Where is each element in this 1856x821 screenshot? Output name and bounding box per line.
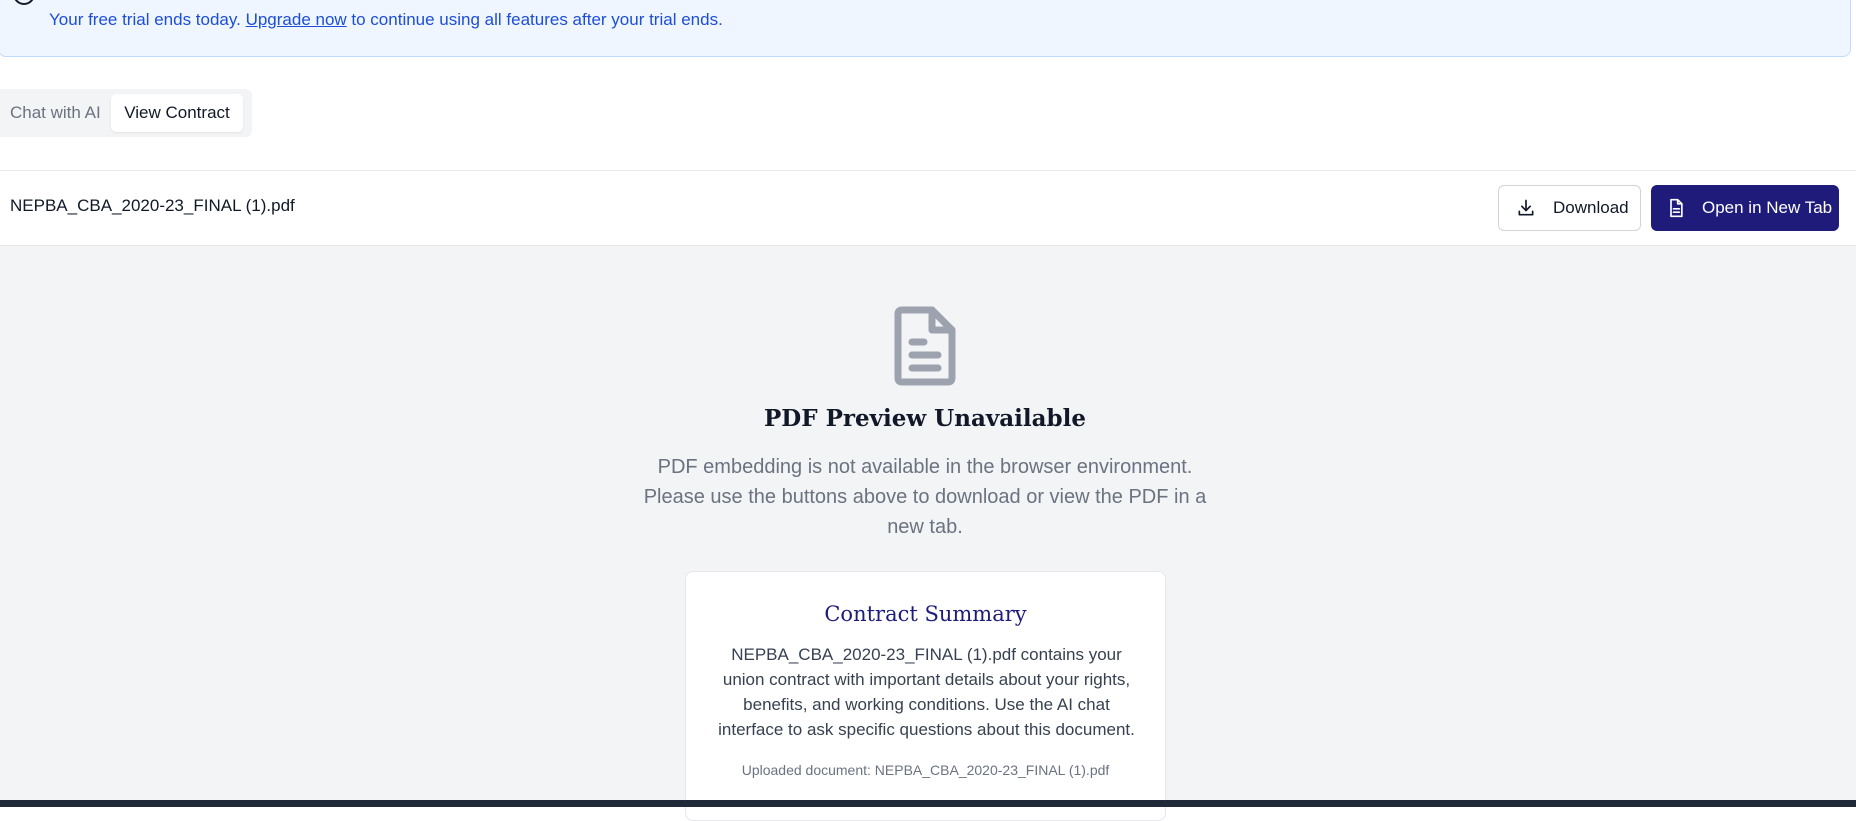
info-icon xyxy=(13,0,35,5)
pdf-viewer-header: NEPBA_CBA_2020-23_FINAL (1).pdf Download… xyxy=(0,170,1856,246)
open-in-new-tab-label: Open in New Tab xyxy=(1702,198,1833,217)
download-button[interactable]: Download xyxy=(1498,185,1641,231)
upgrade-link[interactable]: Upgrade now xyxy=(246,10,347,29)
summary-title: Contract Summary xyxy=(824,602,1027,626)
trial-banner: Your free trial ends today. Upgrade now … xyxy=(0,0,1851,57)
trial-text-before: Your free trial ends today. xyxy=(49,10,246,29)
preview-title: PDF Preview Unavailable xyxy=(764,405,1086,432)
contract-summary-card: Contract Summary NEPBA_CBA_2020-23_FINAL… xyxy=(685,571,1166,821)
download-icon xyxy=(1516,198,1536,218)
view-tabs: Chat with AI View Contract xyxy=(0,89,252,137)
taskbar-edge xyxy=(0,800,1856,807)
preview-description: PDF embedding is not available in the br… xyxy=(643,456,1207,538)
trial-message: Your free trial ends today. Upgrade now … xyxy=(49,10,723,30)
uploaded-document-note: Uploaded document: NEPBA_CBA_2020-23_FIN… xyxy=(741,762,1110,778)
summary-body: NEPBA_CBA_2020-23_FINAL (1).pdf contains… xyxy=(718,645,1135,739)
download-label: Download xyxy=(1553,198,1629,217)
file-text-icon xyxy=(1666,198,1686,218)
tab-chat-with-ai[interactable]: Chat with AI xyxy=(10,94,106,132)
file-name: NEPBA_CBA_2020-23_FINAL (1).pdf xyxy=(10,196,295,215)
document-icon xyxy=(890,306,960,386)
open-in-new-tab-button[interactable]: Open in New Tab xyxy=(1651,185,1839,231)
tab-view-contract[interactable]: View Contract xyxy=(111,94,243,132)
trial-text-after: to continue using all features after you… xyxy=(346,10,723,29)
